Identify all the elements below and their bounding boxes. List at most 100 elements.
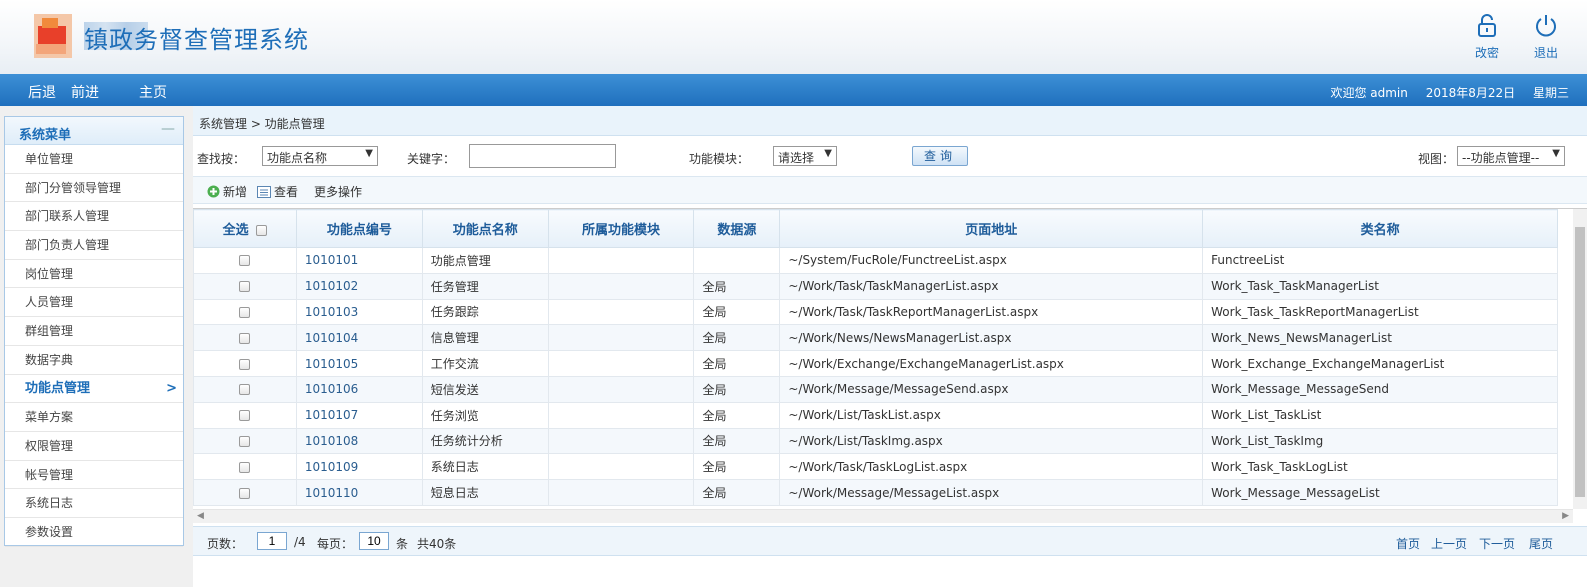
- view-select[interactable]: --功能点管理-- ▼: [1457, 146, 1565, 166]
- scroll-right-icon[interactable]: ▶: [1562, 511, 1569, 521]
- keyword-input[interactable]: [469, 144, 616, 168]
- sidebar-item[interactable]: 系统日志: [5, 489, 183, 518]
- home-link[interactable]: 主页: [139, 82, 167, 102]
- breadcrumb: 系统管理 > 功能点管理: [193, 106, 1587, 136]
- table-row[interactable]: 1010101 功能点管理 ~/System/FucRole/FunctreeLis…: [193, 247, 1558, 274]
- table-cell: 短信发送: [421, 375, 549, 403]
- row-checkbox-cell: [193, 298, 297, 326]
- data-grid: 全选 功能点编号 功能点名称 所属功能模块 数据源 页面地址 类名称 10101…: [193, 208, 1587, 526]
- table-cell: [547, 298, 695, 326]
- prev-page-link[interactable]: 上一页: [1431, 535, 1467, 552]
- horizontal-scrollbar[interactable]: ◀ ▶: [193, 509, 1573, 523]
- change-password-label: 改密: [1474, 46, 1499, 60]
- row-checkbox[interactable]: [239, 306, 251, 318]
- more-actions-button[interactable]: 更多操作: [314, 183, 362, 200]
- table-cell: Work_Task_TaskLogList: [1202, 453, 1558, 481]
- view-btn-label: 查看: [274, 185, 299, 199]
- sidebar-item[interactable]: 帐号管理: [5, 461, 183, 490]
- table-cell: 全局: [693, 375, 781, 403]
- table-cell: ~/System/FucRole/FunctreeList.aspx: [779, 247, 1204, 274]
- sidebar-item[interactable]: 单位管理: [5, 145, 183, 174]
- table-cell: Work_List_TaskImg: [1202, 427, 1558, 455]
- menu-header: 系统菜单 —: [5, 117, 183, 145]
- col-header[interactable]: 页面地址: [779, 209, 1204, 248]
- col-header[interactable]: 功能点名称: [421, 209, 549, 248]
- sidebar: 系统菜单 — 单位管理 部门分管领导管理 部门联系人管理 部门负责人管理 岗位管理 人员管…: [0, 106, 193, 587]
- table-row[interactable]: 1010103 任务跟踪 全局 ~/Work/Task/TaskReportManag…: [193, 298, 1558, 326]
- table-row[interactable]: 1010106 短信发送 全局 ~/Work/Message/MessageSend.…: [193, 375, 1558, 403]
- row-checkbox-cell: [193, 247, 297, 274]
- chevron-down-icon: ▼: [1552, 148, 1560, 159]
- lock-icon: [1478, 14, 1496, 37]
- view-button[interactable]: 查看: [257, 183, 298, 200]
- table-row[interactable]: 1010102 任务管理 全局 ~/Work/Task/TaskManagerList…: [193, 272, 1558, 300]
- row-checkbox-cell: [193, 453, 297, 481]
- row-checkbox[interactable]: [239, 410, 251, 422]
- table-cell: 1010110: [295, 479, 423, 506]
- row-checkbox-cell: [193, 479, 297, 506]
- col-header[interactable]: 数据源: [693, 209, 781, 248]
- sidebar-item[interactable]: 人员管理: [5, 288, 183, 318]
- add-button[interactable]: 新增: [207, 183, 247, 200]
- col-header[interactable]: 功能点编号: [295, 209, 423, 248]
- module-label: 功能模块：: [689, 152, 750, 166]
- per-page-input[interactable]: [359, 532, 389, 550]
- table-row[interactable]: 1010109 系统日志 全局 ~/Work/Task/TaskLogList.asp…: [193, 453, 1558, 481]
- vertical-scrollbar[interactable]: [1573, 209, 1587, 509]
- forward-link[interactable]: 前进: [71, 82, 99, 102]
- find-by-select[interactable]: 功能点名称 ▼: [262, 146, 378, 166]
- sidebar-item[interactable]: 功能点管理 >: [5, 375, 183, 404]
- scroll-left-icon[interactable]: ◀: [197, 511, 204, 521]
- row-checkbox[interactable]: [239, 358, 251, 370]
- app-title: 镇政务督查管理系统: [84, 26, 309, 54]
- sidebar-item[interactable]: 部门分管领导管理: [5, 174, 183, 203]
- table-row[interactable]: 1010105 工作交流 全局 ~/Work/Exchange/ExchangeMan…: [193, 350, 1558, 377]
- table-row[interactable]: 1010108 任务统计分析 全局 ~/Work/List/TaskImg.aspx W…: [193, 427, 1558, 455]
- row-checkbox-cell: [193, 375, 297, 403]
- list-view-icon: [257, 186, 271, 198]
- sidebar-item[interactable]: 权限管理: [5, 432, 183, 461]
- table-row[interactable]: 1010110 短息日志 全局 ~/Work/Message/MessageList.…: [193, 479, 1558, 506]
- sidebar-item[interactable]: 数据字典: [5, 346, 183, 375]
- next-page-link[interactable]: 下一页: [1479, 535, 1515, 552]
- table-row[interactable]: 1010107 任务浏览 全局 ~/Work/List/TaskList.aspx Wo…: [193, 401, 1558, 429]
- main-content: 系统管理 > 功能点管理 查找按： 功能点名称 ▼ 关键字： 功能模块： 请选择…: [193, 106, 1587, 587]
- table-cell: Work_Exchange_ExchangeManagerList: [1202, 350, 1558, 377]
- sidebar-item[interactable]: 岗位管理: [5, 260, 183, 289]
- table-cell: [547, 375, 695, 403]
- sidebar-item[interactable]: 参数设置: [5, 518, 183, 547]
- row-checkbox[interactable]: [239, 384, 251, 396]
- row-checkbox[interactable]: [239, 281, 251, 293]
- sidebar-item[interactable]: 菜单方案: [5, 403, 183, 432]
- back-link[interactable]: 后退: [28, 82, 56, 102]
- first-page-link[interactable]: 首页: [1396, 535, 1420, 552]
- change-password-button[interactable]: 改密: [1467, 14, 1507, 61]
- table-cell: 全局: [693, 272, 781, 300]
- row-checkbox[interactable]: [239, 461, 251, 473]
- sidebar-item[interactable]: 部门联系人管理: [5, 202, 183, 232]
- view-label: 视图：: [1418, 152, 1455, 166]
- sidebar-item[interactable]: 群组管理: [5, 317, 183, 346]
- table-cell: [693, 247, 781, 274]
- select-all-checkbox[interactable]: [256, 225, 268, 236]
- row-checkbox[interactable]: [239, 332, 251, 344]
- logout-button[interactable]: 退出: [1526, 14, 1566, 61]
- chevron-down-icon: ▼: [824, 148, 832, 159]
- collapse-icon[interactable]: —: [161, 121, 175, 137]
- col-header[interactable]: 所属功能模块: [547, 209, 695, 248]
- module-select[interactable]: 请选择 ▼: [773, 146, 837, 166]
- row-checkbox[interactable]: [239, 487, 251, 499]
- table-row[interactable]: 1010104 信息管理 全局 ~/Work/News/NewsManagerList…: [193, 324, 1558, 352]
- per-page-unit: 条: [396, 537, 409, 551]
- query-button[interactable]: 查询: [912, 146, 968, 166]
- logo: [34, 14, 72, 58]
- sidebar-item[interactable]: 部门负责人管理: [5, 231, 183, 260]
- col-header[interactable]: 类名称: [1202, 209, 1558, 248]
- current-page-input[interactable]: [257, 532, 287, 550]
- table-cell: ~/Work/Task/TaskManagerList.aspx: [779, 272, 1204, 300]
- row-checkbox[interactable]: [239, 435, 251, 447]
- last-page-link[interactable]: 尾页: [1529, 535, 1553, 552]
- table-cell: 任务统计分析: [421, 427, 549, 455]
- pager: 页数： /4 每页： 条 共40条 首页 上一页 下一页 尾页: [193, 526, 1587, 556]
- row-checkbox[interactable]: [239, 255, 251, 267]
